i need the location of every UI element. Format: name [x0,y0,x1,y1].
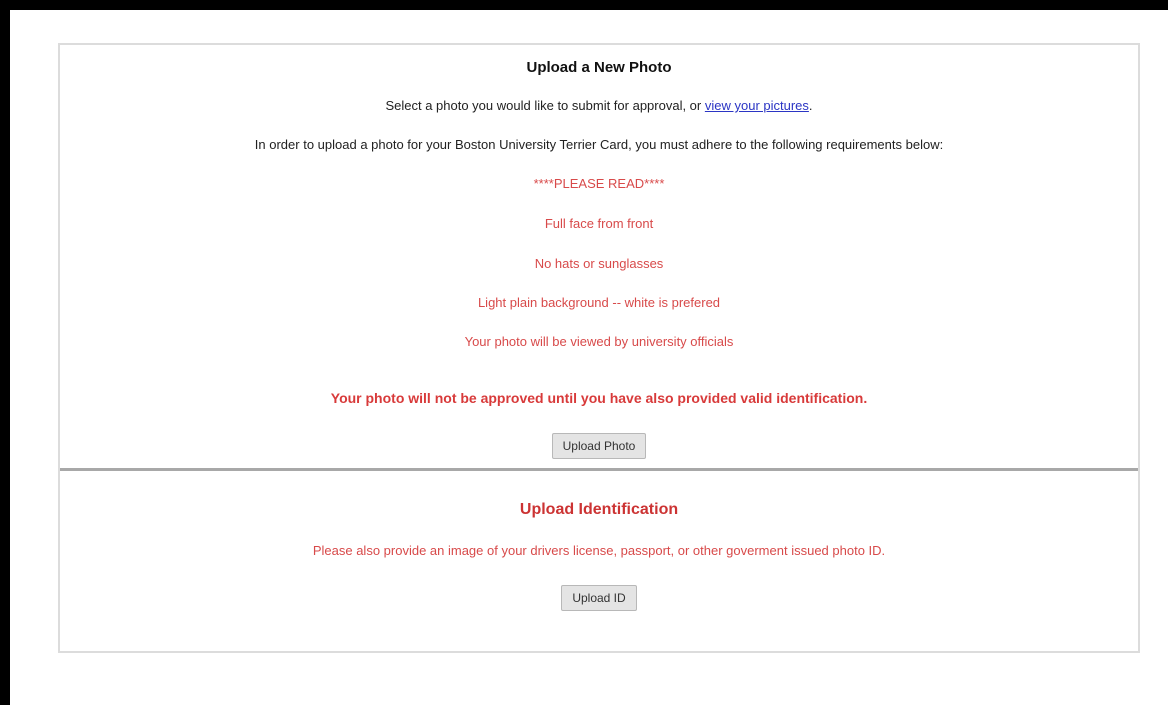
photo-intro-text: Select a photo you would like to submit … [60,98,1138,113]
upload-id-row: Upload ID [60,585,1138,611]
requirement-item: Light plain background -- white is prefe… [477,295,721,310]
requirement-notice: In order to upload a photo for your Bost… [254,137,944,152]
requirement-item: Your photo will be viewed by university … [464,334,734,349]
id-section-title: Upload Identification [519,501,679,518]
upload-panel: Upload a New Photo Select a photo you wo… [58,43,1140,653]
please-read-notice: ****PLEASE READ**** [533,176,665,191]
photo-upload-section: Upload a New Photo Select a photo you wo… [60,45,1138,469]
photo-intro-suffix: . [808,98,813,113]
requirement-item: No hats or sunglasses [534,256,664,271]
view-pictures-link[interactable]: view your pictures [705,98,809,113]
id-upload-section: Upload Identification Please also provid… [60,471,1138,651]
requirement-item: Full face from front [544,216,654,231]
upload-photo-button[interactable]: Upload Photo [551,433,647,459]
photo-intro-prefix: Select a photo you would like to submit … [385,98,705,113]
identification-warning: Your photo will not be approved until yo… [330,390,868,406]
upload-photo-row: Upload Photo [60,433,1138,459]
photo-section-title: Upload a New Photo [526,59,672,76]
upload-id-button[interactable]: Upload ID [561,585,637,611]
id-description: Please also provide an image of your dri… [312,543,886,558]
page: Upload a New Photo Select a photo you wo… [10,10,1168,705]
